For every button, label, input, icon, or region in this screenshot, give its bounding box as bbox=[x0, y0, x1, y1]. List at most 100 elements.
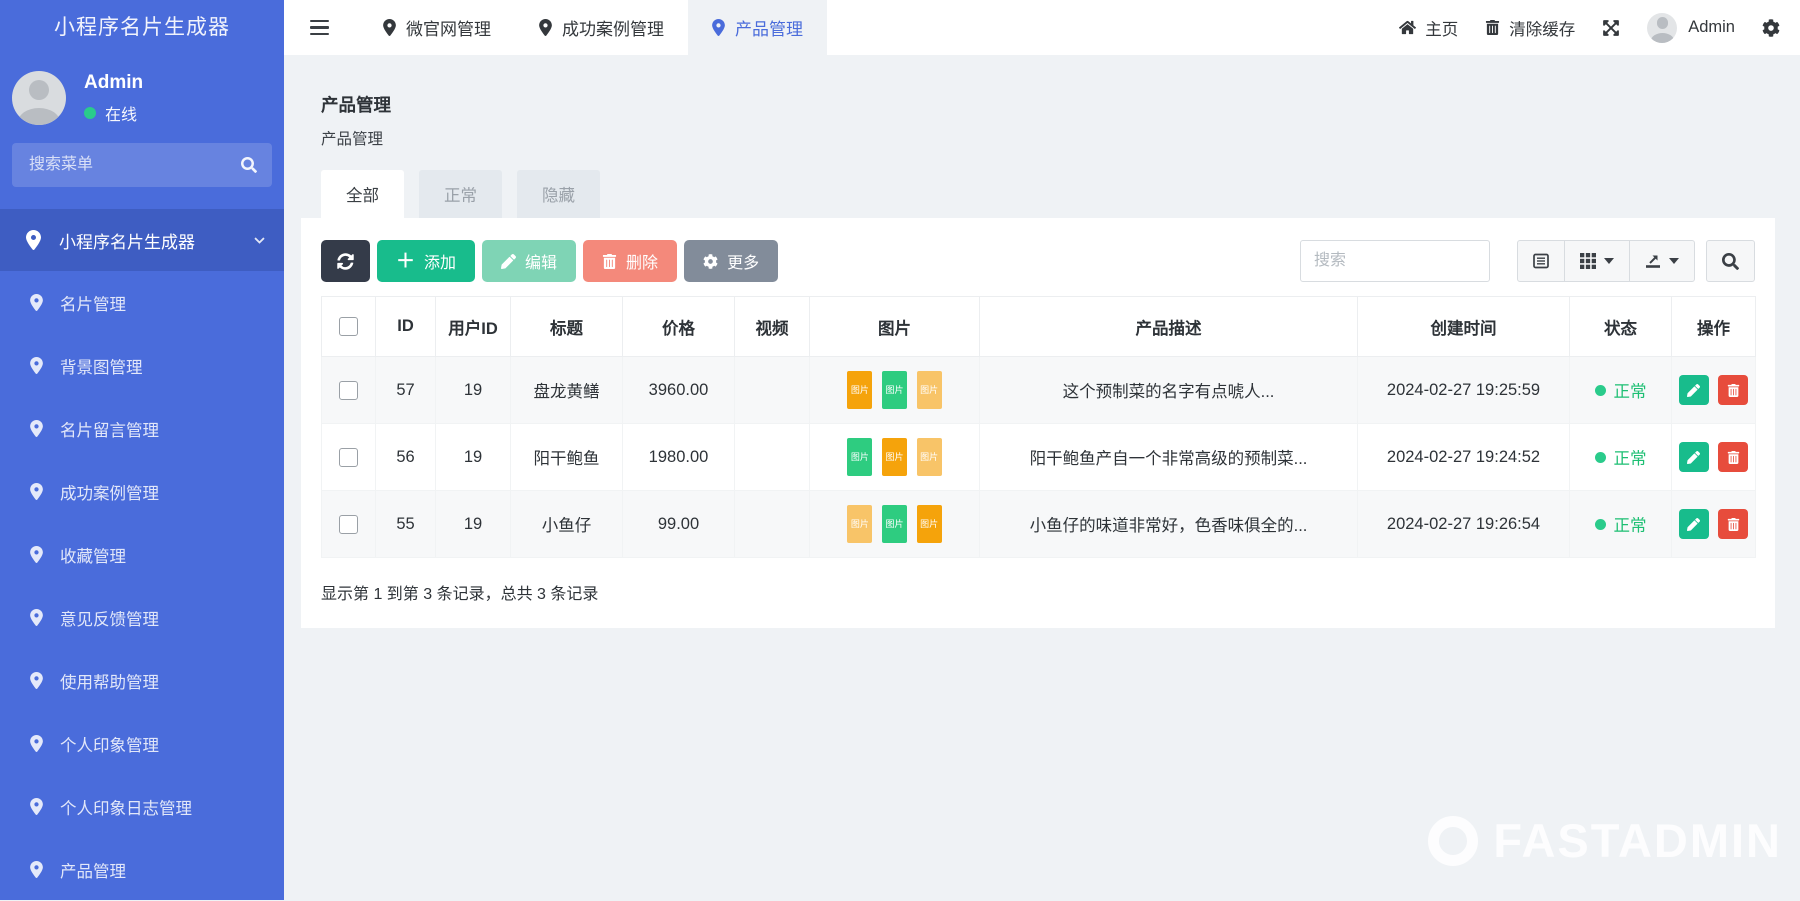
plus-icon: ＋ bbox=[396, 252, 415, 271]
delete-button[interactable]: 删除 bbox=[583, 240, 677, 282]
col-video[interactable]: 视频 bbox=[735, 297, 810, 357]
row-edit-button[interactable] bbox=[1679, 375, 1709, 405]
cell-actions bbox=[1672, 357, 1756, 424]
row-edit-button[interactable] bbox=[1679, 509, 1709, 539]
table-header-row: ID 用户ID 标题 价格 视频 图片 产品描述 创建时间 状态 操作 bbox=[322, 297, 1756, 357]
image-thumbnail[interactable]: 图片 bbox=[917, 371, 942, 409]
sidebar-item-3[interactable]: 成功案例管理 bbox=[0, 460, 284, 523]
panel-body: ＋ 添加 编辑 删除 更多 bbox=[301, 218, 1775, 628]
trash-icon bbox=[1485, 20, 1500, 35]
topbar-tab-label: 成功案例管理 bbox=[562, 15, 664, 40]
export-icon bbox=[1645, 253, 1661, 269]
col-status[interactable]: 状态 bbox=[1570, 297, 1672, 357]
sidebar-item-6[interactable]: 使用帮助管理 bbox=[0, 649, 284, 712]
export-dropdown-button[interactable] bbox=[1629, 240, 1695, 282]
sidebar-search bbox=[12, 143, 272, 187]
sidebar-section-mini-program[interactable]: 小程序名片生成器 bbox=[0, 209, 284, 271]
map-pin-icon bbox=[26, 230, 41, 250]
hamburger-menu-icon[interactable] bbox=[306, 16, 333, 40]
select-all-header[interactable] bbox=[322, 297, 376, 357]
view-controls bbox=[1517, 240, 1695, 282]
topbar-tab-1[interactable]: 成功案例管理 bbox=[515, 0, 688, 55]
image-thumbnail[interactable]: 图片 bbox=[847, 438, 872, 476]
col-price[interactable]: 价格 bbox=[623, 297, 735, 357]
columns-dropdown-button[interactable] bbox=[1564, 240, 1630, 282]
sidebar-search-input[interactable] bbox=[27, 155, 241, 175]
cell-price: 99.00 bbox=[623, 491, 735, 558]
table-search-input[interactable] bbox=[1300, 240, 1490, 282]
sidebar-item-5[interactable]: 意见反馈管理 bbox=[0, 586, 284, 649]
more-label: 更多 bbox=[727, 249, 759, 273]
settings-button[interactable] bbox=[1762, 19, 1780, 37]
status-dot-icon bbox=[1595, 385, 1606, 396]
col-created[interactable]: 创建时间 bbox=[1358, 297, 1570, 357]
trash-icon bbox=[1727, 451, 1740, 464]
sidebar-item-4[interactable]: 收藏管理 bbox=[0, 523, 284, 586]
more-button[interactable]: 更多 bbox=[684, 240, 778, 282]
search-icon[interactable] bbox=[241, 157, 257, 173]
toggle-view-button[interactable] bbox=[1517, 240, 1565, 282]
topbar-tab-0[interactable]: 微官网管理 bbox=[359, 0, 515, 55]
user-name: Admin bbox=[84, 72, 143, 94]
sidebar-item-1[interactable]: 背景图管理 bbox=[0, 334, 284, 397]
sidebar-item-2[interactable]: 名片留言管理 bbox=[0, 397, 284, 460]
col-description[interactable]: 产品描述 bbox=[980, 297, 1358, 357]
topbar-user-name: Admin bbox=[1688, 18, 1735, 37]
image-thumbnail[interactable]: 图片 bbox=[882, 438, 907, 476]
image-thumbnail[interactable]: 图片 bbox=[917, 438, 942, 476]
col-user-id[interactable]: 用户ID bbox=[436, 297, 511, 357]
user-avatar[interactable] bbox=[12, 71, 66, 125]
sidebar-item-0[interactable]: 名片管理 bbox=[0, 271, 284, 334]
sidebar-item-label: 背景图管理 bbox=[60, 354, 143, 378]
topbar-tab-2-active[interactable]: 产品管理 bbox=[688, 0, 827, 55]
row-delete-button[interactable] bbox=[1718, 442, 1748, 472]
filter-tab-normal[interactable]: 正常 bbox=[419, 170, 502, 218]
table-row: 57 19 盘龙黄鳝 3960.00 图片 图片 图片 这个预制菜的名字有点唬人… bbox=[322, 357, 1756, 424]
sidebar-item-8[interactable]: 个人印象日志管理 bbox=[0, 775, 284, 838]
edit-button[interactable]: 编辑 bbox=[482, 240, 576, 282]
image-thumbnail[interactable]: 图片 bbox=[847, 505, 872, 543]
col-actions[interactable]: 操作 bbox=[1672, 297, 1756, 357]
col-images[interactable]: 图片 bbox=[810, 297, 980, 357]
topbar-user[interactable]: Admin bbox=[1647, 13, 1735, 43]
add-button[interactable]: ＋ 添加 bbox=[377, 240, 475, 282]
image-thumbnail[interactable]: 图片 bbox=[882, 371, 907, 409]
filter-tab-hidden[interactable]: 隐藏 bbox=[517, 170, 600, 218]
select-all-checkbox[interactable] bbox=[339, 317, 358, 336]
fullscreen-button[interactable] bbox=[1602, 19, 1620, 37]
pencil-icon bbox=[1687, 384, 1700, 397]
col-id[interactable]: ID bbox=[376, 297, 436, 357]
sidebar-item-7[interactable]: 个人印象管理 bbox=[0, 712, 284, 775]
pencil-icon bbox=[1687, 451, 1700, 464]
home-link[interactable]: 主页 bbox=[1399, 16, 1458, 40]
advanced-search-button[interactable] bbox=[1706, 240, 1755, 282]
col-title[interactable]: 标题 bbox=[511, 297, 623, 357]
row-checkbox[interactable] bbox=[339, 448, 358, 467]
row-checkbox[interactable] bbox=[339, 515, 358, 534]
page-title: 产品管理 bbox=[321, 92, 1755, 117]
topbar-tab-label: 产品管理 bbox=[735, 15, 803, 40]
status-label: 正常 bbox=[1614, 445, 1647, 469]
toolbar-right bbox=[1300, 240, 1755, 282]
row-checkbox[interactable] bbox=[339, 381, 358, 400]
cell-video bbox=[735, 491, 810, 558]
row-delete-button[interactable] bbox=[1718, 375, 1748, 405]
image-thumbnail[interactable]: 图片 bbox=[882, 505, 907, 543]
map-pin-icon bbox=[30, 861, 43, 878]
map-pin-icon bbox=[30, 672, 43, 689]
row-delete-button[interactable] bbox=[1718, 509, 1748, 539]
sidebar-item-9[interactable]: 产品管理 bbox=[0, 838, 284, 901]
filter-tab-all[interactable]: 全部 bbox=[321, 170, 404, 218]
cell-actions bbox=[1672, 491, 1756, 558]
delete-label: 删除 bbox=[626, 249, 658, 273]
image-thumbnail[interactable]: 图片 bbox=[847, 371, 872, 409]
panel-heading: 产品管理 产品管理 全部 正常 隐藏 bbox=[301, 70, 1775, 218]
clear-cache-link[interactable]: 清除缓存 bbox=[1485, 16, 1575, 40]
map-pin-icon bbox=[30, 546, 43, 563]
refresh-button[interactable] bbox=[321, 240, 370, 282]
image-thumbnail[interactable]: 图片 bbox=[917, 505, 942, 543]
row-edit-button[interactable] bbox=[1679, 442, 1709, 472]
table-toolbar: ＋ 添加 编辑 删除 更多 bbox=[321, 240, 1755, 282]
status-label: 正常 bbox=[1614, 378, 1647, 402]
status-dot-icon bbox=[1595, 519, 1606, 530]
